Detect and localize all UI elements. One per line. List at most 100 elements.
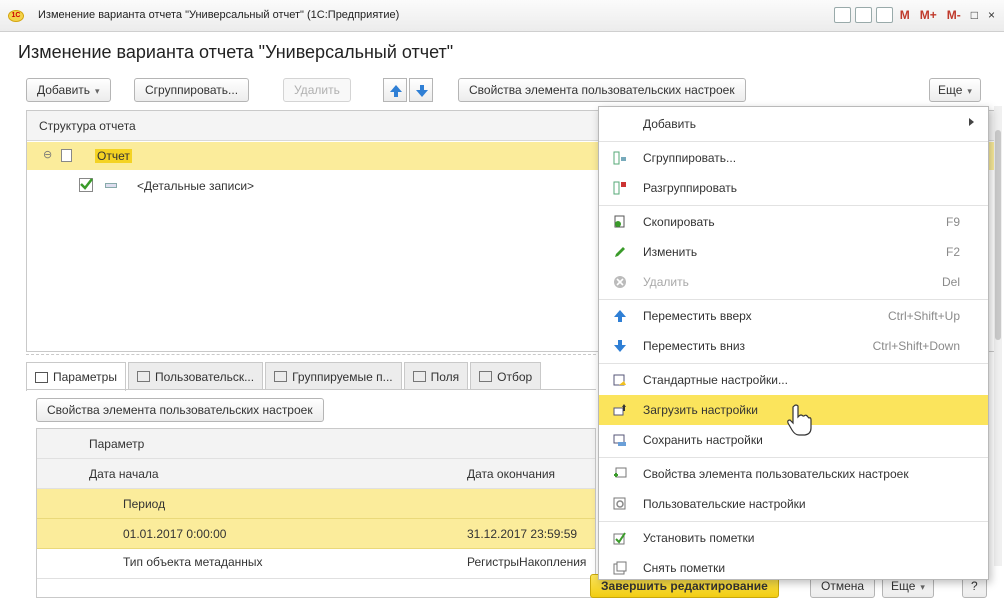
table-subheader-row: Дата начала Дата окончания: [37, 459, 595, 489]
tab-label: Группируемые п...: [292, 369, 393, 384]
move-up-button[interactable]: [383, 78, 407, 102]
menu-item-move-down[interactable]: Переместить вниз Ctrl+Shift+Down: [599, 331, 988, 361]
memory-m-button[interactable]: M: [897, 8, 913, 22]
menu-item-label: Изменить: [643, 245, 698, 259]
menu-item-label: Сохранить настройки: [643, 433, 763, 447]
table-row-period-values[interactable]: 01.01.2017 0:00:00 31.12.2017 23:59:59: [37, 519, 595, 549]
group-icon: [613, 151, 626, 165]
menu-item-shortcut: F9: [945, 215, 960, 229]
window-title: Изменение варианта отчета "Универсальный…: [38, 9, 400, 21]
menu-item-edit[interactable]: Изменить F2: [599, 237, 988, 267]
parameters-table[interactable]: Параметр Дата начала Дата окончания Пери…: [36, 428, 596, 598]
table-row-period[interactable]: Период: [37, 489, 595, 519]
menu-separator: [599, 299, 988, 300]
menu-item-shortcut: Ctrl+Shift+Up: [887, 309, 960, 323]
memory-plus-button[interactable]: M+: [917, 8, 940, 22]
more-button[interactable]: Еще ▾: [929, 78, 981, 102]
memory-minus-button[interactable]: M-: [944, 8, 964, 22]
app-logo-icon: 1С: [8, 10, 24, 22]
checkbox-checked-icon[interactable]: [79, 178, 93, 192]
restore-button[interactable]: □: [968, 8, 981, 22]
menu-item-copy[interactable]: Скопировать F9: [599, 207, 988, 237]
chevron-down-icon: ▾: [967, 86, 972, 96]
tab-label: Пользовательск...: [154, 369, 255, 384]
params-props-button[interactable]: Свойства элемента пользовательских настр…: [36, 398, 324, 422]
table-icon: [35, 371, 48, 383]
collapse-icon[interactable]: ⊖: [43, 148, 52, 161]
menu-item-label: Сгруппировать...: [643, 151, 737, 165]
menu-item-user-settings[interactable]: Пользовательские настройки: [599, 489, 988, 519]
table-row[interactable]: Тип объекта метаданных РегистрыНакоплени…: [37, 549, 595, 579]
menu-item-shortcut: F2: [945, 245, 960, 259]
delete-icon: [614, 276, 626, 288]
menu-item-uncheck-all[interactable]: Снять пометки: [599, 553, 988, 583]
period-label: Период: [123, 497, 166, 511]
arrow-down-icon: [614, 340, 626, 352]
delete-button[interactable]: Удалить: [283, 78, 351, 102]
add-button[interactable]: Добавить ▾: [26, 78, 111, 102]
tab-fields[interactable]: Поля: [403, 362, 469, 390]
arrow-down-icon: [416, 85, 428, 97]
tree-row-label: <Детальные записи>: [137, 179, 255, 193]
print-icon[interactable]: [833, 7, 851, 23]
filter-icon: [479, 371, 493, 382]
menu-item-move-up[interactable]: Переместить вверх Ctrl+Shift+Up: [599, 301, 988, 331]
tab-divider: [26, 389, 596, 390]
column-header-parameter: Параметр: [89, 437, 145, 451]
load-settings-icon: [613, 404, 626, 416]
tab-label: Поля: [430, 369, 460, 384]
menu-item-delete[interactable]: Удалить Del: [599, 267, 988, 297]
period-start-value[interactable]: 01.01.2017 0:00:00: [123, 527, 226, 541]
window-title-bar: 1С Изменение варианта отчета "Универсаль…: [0, 0, 1004, 32]
tab-label: Отбор: [497, 369, 533, 384]
menu-item-check-all[interactable]: Установить пометки: [599, 523, 988, 553]
menu-item-group[interactable]: Сгруппировать...: [599, 143, 988, 173]
menu-item-ungroup[interactable]: Разгруппировать: [599, 173, 988, 203]
tab-grouping-fields[interactable]: Группируемые п...: [265, 362, 402, 390]
menu-item-add[interactable]: Добавить: [599, 109, 988, 139]
table-header-row: Параметр: [37, 429, 595, 459]
menu-item-save-settings[interactable]: Сохранить настройки: [599, 425, 988, 455]
menu-item-label: Разгруппировать: [643, 181, 738, 195]
tab-filter[interactable]: Отбор: [470, 362, 542, 390]
menu-item-label: Установить пометки: [643, 531, 755, 545]
chevron-down-icon: ▾: [95, 86, 100, 96]
more-button-label: Еще: [938, 83, 963, 97]
menu-separator: [599, 205, 988, 206]
element-props-button[interactable]: Свойства элемента пользовательских настр…: [458, 78, 746, 102]
check-all-icon: [613, 532, 626, 545]
menu-item-label: Добавить: [643, 117, 697, 131]
calculator-icon[interactable]: [854, 7, 872, 23]
calendar-icon[interactable]: [875, 7, 893, 23]
close-button[interactable]: ×: [985, 8, 998, 22]
detail-records-icon: [105, 183, 117, 188]
group-button[interactable]: Сгруппировать...: [134, 78, 250, 102]
page-title: Изменение варианта отчета "Универсальный…: [18, 42, 454, 62]
tab-custom-fields[interactable]: Пользовательск...: [127, 362, 264, 390]
menu-item-label: Пользовательские настройки: [643, 497, 806, 511]
period-end-value[interactable]: 31.12.2017 23:59:59: [467, 527, 577, 541]
menu-item-load-settings[interactable]: Загрузить настройки: [599, 395, 988, 436]
title-bar-controls: M M+ M- □ ×: [833, 7, 998, 23]
menu-item-label: Удалить: [643, 275, 689, 289]
add-button-label: Добавить: [37, 83, 91, 97]
menu-item-standard-settings[interactable]: Стандартные настройки...: [599, 365, 988, 395]
column-header-start: Дата начала: [89, 467, 159, 481]
tab-parameters[interactable]: Параметры: [26, 362, 126, 391]
menu-separator: [599, 141, 988, 142]
menu-item-label: Загрузить настройки: [643, 403, 758, 417]
arrow-up-icon: [390, 85, 402, 97]
element-props-icon: [614, 467, 627, 478]
scrollbar-thumb[interactable]: [995, 130, 1001, 340]
menu-separator: [599, 457, 988, 458]
submenu-arrow-icon: [969, 118, 974, 126]
menu-item-label: Стандартные настройки...: [643, 373, 788, 387]
panel-splitter[interactable]: [26, 354, 596, 358]
menu-item-element-props[interactable]: Свойства элемента пользовательских настр…: [599, 459, 988, 489]
save-settings-icon: [613, 434, 626, 446]
menu-item-label: Снять пометки: [643, 561, 726, 575]
column-header-end: Дата окончания: [467, 467, 556, 481]
metadata-type-value[interactable]: РегистрыНакопления: [467, 555, 586, 569]
arrow-up-icon: [614, 310, 626, 322]
move-down-button[interactable]: [409, 78, 433, 102]
